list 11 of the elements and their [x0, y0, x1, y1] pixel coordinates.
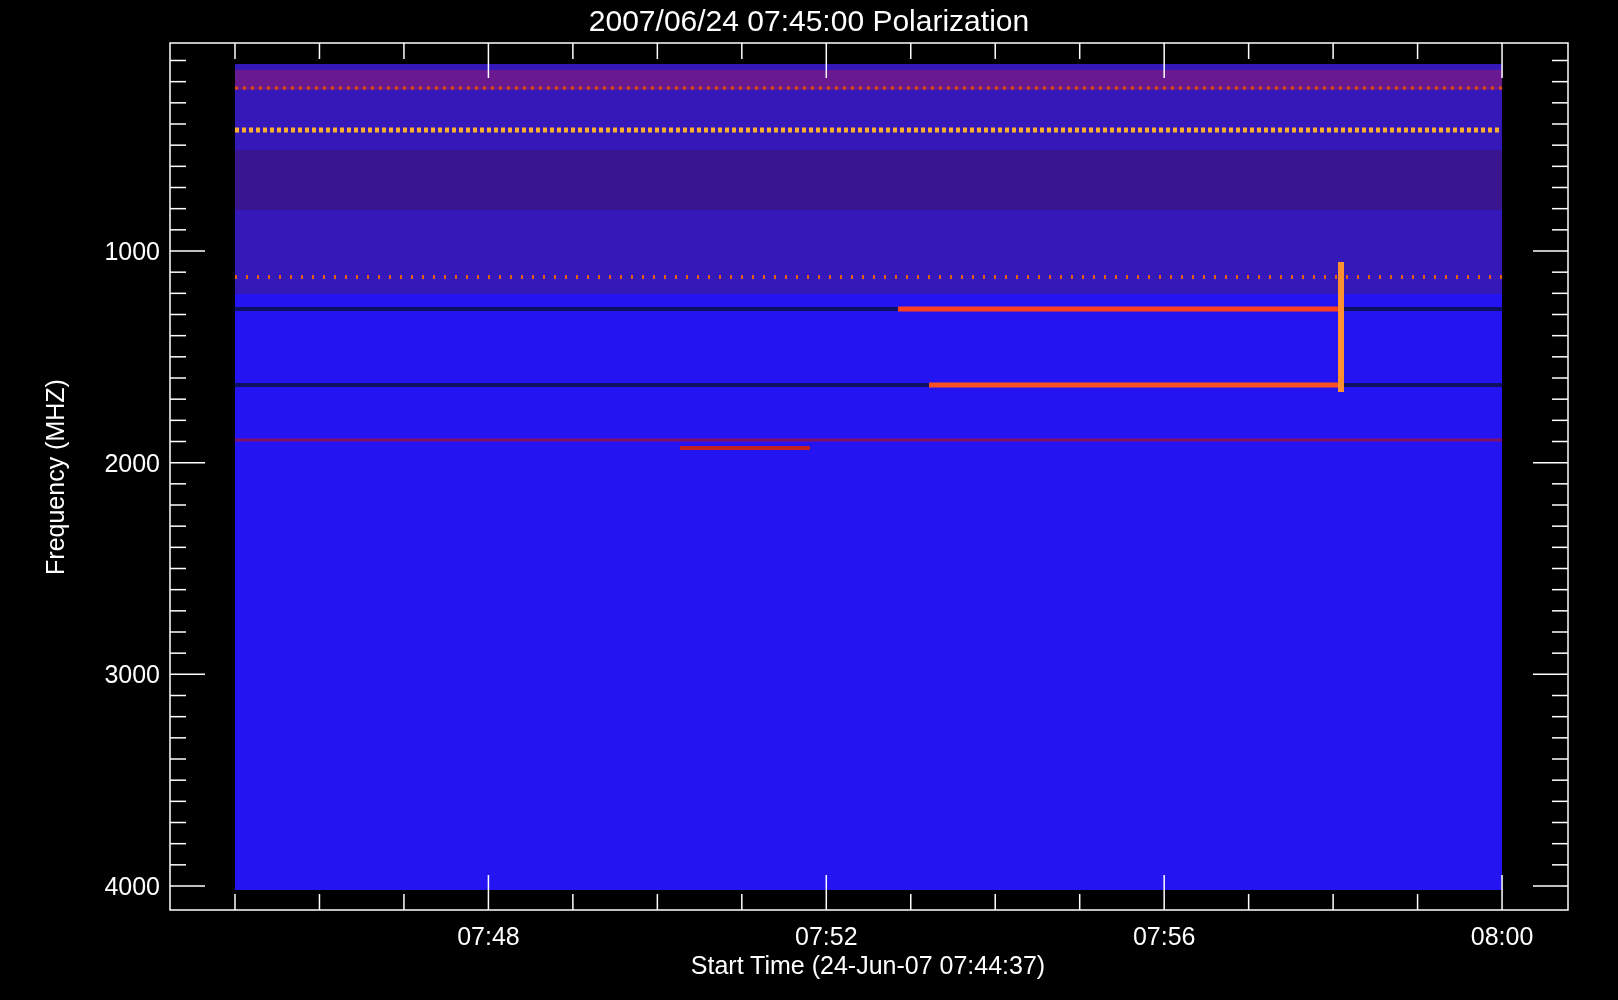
- x-axis-label: Start Time (24-Jun-07 07:44:37): [690, 951, 1046, 979]
- tick-label: 07:48: [457, 922, 520, 950]
- tick-label: 3000: [104, 660, 160, 689]
- y-axis-label: Frequency (MHZ): [41, 379, 69, 575]
- tick-label: 07:56: [1132, 922, 1196, 950]
- tick-label: 1000: [104, 237, 160, 265]
- tick-label: 07:52: [795, 922, 858, 950]
- tick-label: 08:00: [1470, 922, 1534, 950]
- chart-title: 2007/06/24 07:45:00 Polarization: [588, 4, 1030, 37]
- tick-label: 2000: [104, 448, 160, 477]
- tick-label: 4000: [104, 872, 160, 900]
